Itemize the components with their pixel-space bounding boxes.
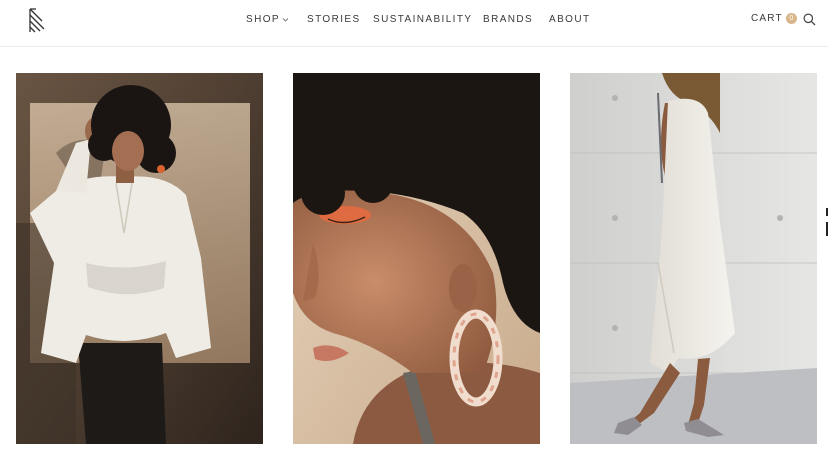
nav-sustainability[interactable]: SUSTAINABILITY	[373, 14, 472, 25]
white-shirt-photo-image	[16, 73, 263, 444]
slip-dress-photo-image	[570, 73, 817, 444]
nav-brands-label: BRANDS	[483, 14, 534, 25]
cart-count-badge: 0	[785, 13, 797, 24]
gallery-photo-slip-dress[interactable]	[570, 73, 817, 444]
cart-label: CART	[751, 13, 783, 24]
search-icon[interactable]	[803, 13, 816, 26]
nav-stories[interactable]: STORIES	[307, 14, 361, 25]
site-header: SHOP STORIES SUSTAINABILITY BRANDS ABOUT…	[0, 0, 828, 47]
earring-photo-image	[293, 73, 540, 444]
nav-sustainability-label: SUSTAINABILITY	[373, 14, 473, 25]
main-nav: SHOP STORIES SUSTAINABILITY BRANDS ABOUT	[0, 0, 828, 40]
nav-brands[interactable]: BRANDS	[483, 14, 533, 25]
nav-about-label: ABOUT	[549, 14, 591, 25]
gallery-photo-earring[interactable]	[293, 73, 540, 444]
nav-stories-label: STORIES	[307, 14, 361, 25]
brand-logo-icon[interactable]	[26, 6, 48, 36]
chevron-down-icon	[282, 18, 289, 22]
nav-shop[interactable]: SHOP	[246, 14, 289, 25]
gallery-photo-white-shirt[interactable]	[16, 73, 263, 444]
cart-link[interactable]: CART 0	[751, 13, 797, 24]
nav-shop-label: SHOP	[246, 14, 280, 25]
nav-about[interactable]: ABOUT	[549, 14, 590, 25]
